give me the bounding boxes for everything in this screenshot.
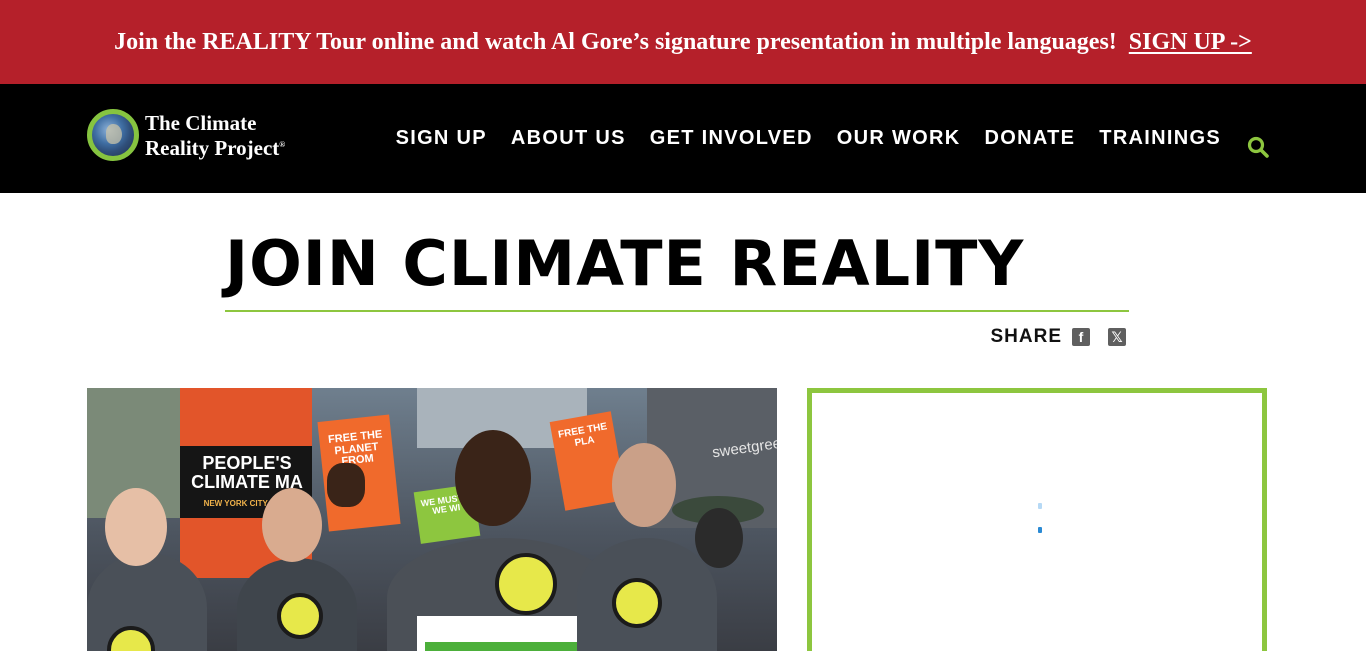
share-bar: SHARE f 𝕏 xyxy=(990,326,1126,348)
shirt-logo-3 xyxy=(495,553,557,615)
nav-get-involved[interactable]: GET INVOLVED xyxy=(650,127,813,150)
nav-our-work[interactable]: OUR WORK xyxy=(837,127,961,150)
share-label: SHARE xyxy=(990,326,1062,347)
logo-wordmark: The Climate Reality Project® xyxy=(145,112,285,159)
sign-peoples-climate-text: PEOPLE'S CLIMATE MA xyxy=(191,453,303,492)
logo-line-2: Reality Project xyxy=(145,135,280,160)
marcher-far-right-head xyxy=(695,508,743,568)
marcher-center-head xyxy=(455,430,531,526)
banner-text: Join the REALITY Tour online and watch A… xyxy=(114,28,1117,55)
marcher-left-head xyxy=(105,488,167,566)
page-title: JOIN CLIMATE REALITY xyxy=(225,227,1025,300)
sign-free-planet-2-text: FREE THE PLA xyxy=(557,421,609,449)
facebook-icon[interactable]: f xyxy=(1072,328,1090,346)
loading-spinner-icon xyxy=(1038,503,1042,535)
site-header: The Climate Reality Project® SIGN UP ABO… xyxy=(0,84,1366,193)
raised-fist xyxy=(327,463,365,507)
search-icon[interactable] xyxy=(1246,135,1270,159)
nav-about-us[interactable]: ABOUT US xyxy=(511,127,626,150)
nav-sign-up[interactable]: SIGN UP xyxy=(396,127,487,150)
signup-form-frame xyxy=(807,388,1267,651)
nav-trainings[interactable]: TRAININGS xyxy=(1099,127,1221,150)
announcement-banner: Join the REALITY Tour online and watch A… xyxy=(0,0,1366,84)
banner-signup-link[interactable]: SIGN UP -> xyxy=(1129,29,1252,56)
shirt-logo-4 xyxy=(612,578,662,628)
x-twitter-icon[interactable]: 𝕏 xyxy=(1108,328,1126,346)
title-divider xyxy=(225,310,1129,312)
site-logo[interactable]: The Climate Reality Project® xyxy=(87,109,285,161)
logo-line-1: The Climate xyxy=(145,110,257,135)
hero-photo: PEOPLE'S CLIMATE MA NEW YORK CITY | SEP … xyxy=(87,388,777,651)
nav-donate[interactable]: DONATE xyxy=(985,127,1076,150)
main-nav: SIGN UP ABOUT US GET INVOLVED OUR WORK D… xyxy=(372,84,1221,193)
spinner-dot-bottom xyxy=(1038,527,1042,533)
marcher-right-head xyxy=(612,443,676,527)
registered-mark: ® xyxy=(279,139,286,149)
shirt-logo-2 xyxy=(277,593,323,639)
globe-logo-icon xyxy=(87,109,139,161)
spinner-dot-top xyxy=(1038,503,1042,509)
marcher-2-head xyxy=(262,488,322,562)
